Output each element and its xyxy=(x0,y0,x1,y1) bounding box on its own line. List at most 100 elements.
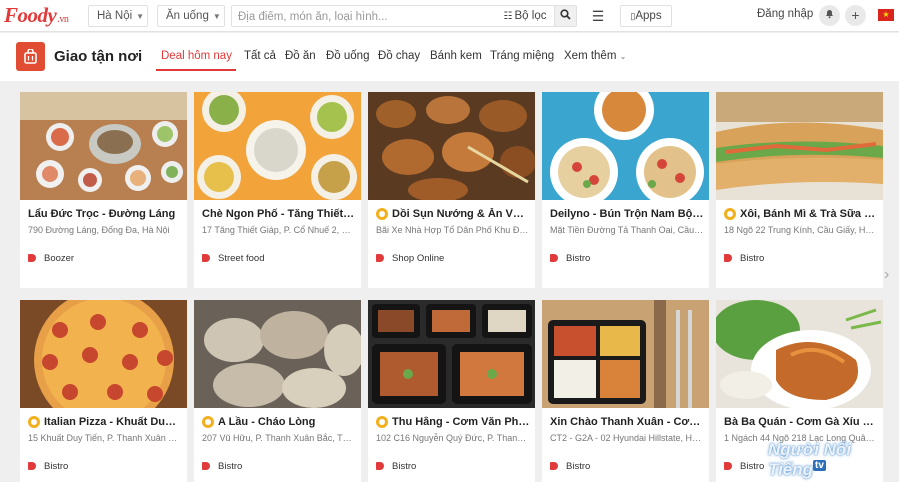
filter-icon: ☷ xyxy=(503,11,513,22)
chevron-down-icon: ▼ xyxy=(136,12,145,21)
verified-badge-icon xyxy=(376,416,388,428)
card-title[interactable]: Dồi Sụn Nướng & Ăn Vặt Online xyxy=(392,208,530,220)
search-icon xyxy=(560,9,571,20)
search-input[interactable] xyxy=(238,9,492,24)
card-address: 15 Khuất Duy Tiến, P. Thanh Xuân Bắc, Hà… xyxy=(28,433,182,443)
tab-banh-kem[interactable]: Bánh kem xyxy=(430,50,482,62)
card-title[interactable]: Italian Pizza - Khuất Duy Tiến xyxy=(44,416,182,428)
tab-trang-mieng[interactable]: Tráng miệng xyxy=(490,50,554,62)
section-header: Giao tận nơi Deal hôm nay Tất cả Đồ ăn Đ… xyxy=(0,33,899,81)
verified-badge-icon xyxy=(376,208,388,220)
card-tag: Bistro xyxy=(724,461,764,472)
active-tab-indicator xyxy=(156,69,236,71)
card-address: 207 Vũ Hữu, P. Thanh Xuân Bắc, Thanh Xuâ… xyxy=(202,433,356,443)
card-tag: Street food xyxy=(202,253,264,264)
restaurant-card[interactable]: Deilyno - Bún Trộn Nam Bộ Online Mặt Tiề… xyxy=(542,92,709,288)
restaurant-card[interactable]: Chè Ngon Phố - Tăng Thiết Giáp 17 Tăng T… xyxy=(194,92,361,288)
delivery-icon xyxy=(16,42,45,71)
card-address: Mặt Tiền Đường Tả Thanh Oai, Cầu Bươu xyxy=(550,225,704,235)
restaurant-card[interactable]: Xin Chào Thanh Xuân - Cơm Văn Phòng CT2 … xyxy=(542,300,709,482)
tab-tat-ca[interactable]: Tất cả xyxy=(244,50,276,62)
restaurant-card[interactable]: Italian Pizza - Khuất Duy Tiến 15 Khuất … xyxy=(20,300,187,482)
food-photo xyxy=(368,92,535,200)
menu-icon[interactable]: ☰ xyxy=(587,5,609,27)
restaurant-card[interactable]: Dồi Sụn Nướng & Ăn Vặt Online Bãi Xe Nhà… xyxy=(368,92,535,288)
card-title[interactable]: Thu Hằng - Cơm Văn Phòng xyxy=(392,416,530,428)
card-title[interactable]: A Lầu - Cháo Lòng xyxy=(218,416,356,428)
search-box: ☷Bộ lọc xyxy=(231,5,577,27)
restaurant-card[interactable]: Lẩu Đức Trọc - Đường Láng 790 Đường Láng… xyxy=(20,92,187,288)
tag-icon xyxy=(202,462,210,470)
section-title: Giao tận nơi xyxy=(54,48,143,65)
tag-icon xyxy=(376,254,384,262)
card-title[interactable]: Xin Chào Thanh Xuân - Cơm Văn Phòng xyxy=(550,416,704,428)
card-tag: Bistro xyxy=(202,461,242,472)
apps-button[interactable]: ▯Apps xyxy=(620,5,672,27)
tab-do-chay[interactable]: Đồ chay xyxy=(378,50,420,62)
tab-deal-hom-nay[interactable]: Deal hôm nay xyxy=(161,50,232,62)
tab-xem-them[interactable]: Xem thêm ⌄ xyxy=(564,50,626,62)
card-title[interactable]: Bà Ba Quán - Cơm Gà Xíu Mại xyxy=(724,416,878,428)
filter-label: Bộ lọc xyxy=(514,10,547,22)
tag-icon xyxy=(376,462,384,470)
card-tag: Shop Online xyxy=(376,253,444,264)
restaurant-card[interactable]: Xôi, Bánh Mì & Trà Sữa - Trung Kính 18 N… xyxy=(716,92,883,288)
food-photo xyxy=(194,92,361,200)
category-label: Ăn uống xyxy=(166,10,209,22)
restaurant-card[interactable]: Thu Hằng - Cơm Văn Phòng 102 C16 Nguyễn … xyxy=(368,300,535,482)
top-header: Foody.vn Hà Nội▼ Ăn uống▼ ☷Bộ lọc ☰ ▯App… xyxy=(0,0,899,32)
chevron-right-icon[interactable]: › xyxy=(884,266,889,284)
apps-label: Apps xyxy=(635,10,662,22)
food-photo xyxy=(368,300,535,408)
tag-icon xyxy=(550,254,558,262)
category-dropdown[interactable]: Ăn uống ▼ xyxy=(157,5,225,27)
tag-icon xyxy=(202,254,210,262)
card-tag: Bistro xyxy=(550,461,590,472)
filter-button[interactable]: ☷ Bộ lọc xyxy=(498,6,552,26)
tab-do-an[interactable]: Đồ ăn xyxy=(285,50,316,62)
food-photo xyxy=(20,300,187,408)
tag-icon xyxy=(724,254,732,262)
card-tag: Boozer xyxy=(28,253,74,264)
flag-icon[interactable]: ★ xyxy=(878,9,894,21)
card-address: 102 C16 Nguyễn Quý Đức, P. Thanh Xuân Bắ… xyxy=(376,433,530,443)
food-photo xyxy=(542,92,709,200)
card-address: 790 Đường Láng, Đống Đa, Hà Nội xyxy=(28,225,170,235)
city-dropdown[interactable]: Hà Nội ▼ xyxy=(88,5,148,27)
food-photo xyxy=(716,300,883,408)
card-title[interactable]: Deilyno - Bún Trộn Nam Bộ Online xyxy=(550,208,704,220)
verified-badge-icon xyxy=(724,208,736,220)
card-title[interactable]: Lẩu Đức Trọc - Đường Láng xyxy=(28,208,182,220)
verified-badge-icon xyxy=(202,416,214,428)
card-title[interactable]: Xôi, Bánh Mì & Trà Sữa - Trung Kính xyxy=(740,208,878,220)
card-address: 17 Tăng Thiết Giáp, P. Cổ Nhuế 2, Bắc Từ… xyxy=(202,225,356,235)
card-address: Bãi Xe Nhà Hợp Tổ Dân Phố Khu Đô Thị xyxy=(376,225,530,235)
card-tag: Bistro xyxy=(28,461,68,472)
food-photo xyxy=(542,300,709,408)
card-address: 18 Ngõ 22 Trung Kính, Cầu Giấy, Hà Nội xyxy=(724,225,878,235)
foody-logo[interactable]: Foody.vn xyxy=(4,3,69,28)
food-photo xyxy=(194,300,361,408)
card-title[interactable]: Chè Ngon Phố - Tăng Thiết Giáp xyxy=(202,208,356,220)
tag-icon xyxy=(550,462,558,470)
restaurant-card[interactable]: A Lầu - Cháo Lòng 207 Vũ Hữu, P. Thanh X… xyxy=(194,300,361,482)
verified-badge-icon xyxy=(28,416,40,428)
tag-icon xyxy=(724,462,732,470)
bell-icon[interactable] xyxy=(819,5,840,26)
food-photo xyxy=(716,92,883,200)
tag-icon xyxy=(28,254,36,262)
login-link[interactable]: Đăng nhập xyxy=(757,8,813,20)
city-label: Hà Nội xyxy=(97,10,133,22)
card-address: CT2 - G2A - 02 Hyundai Hillstate, Hà Đôn… xyxy=(550,433,704,443)
watermark-logo: Người Nổi Tiếng tv xyxy=(768,440,852,479)
tab-do-uong[interactable]: Đồ uống xyxy=(326,50,369,62)
card-tag: Bistro xyxy=(550,253,590,264)
chevron-down-icon: ▼ xyxy=(212,12,221,21)
food-photo xyxy=(20,92,187,200)
tag-icon xyxy=(28,462,36,470)
search-button[interactable] xyxy=(554,6,576,26)
plus-icon[interactable]: + xyxy=(845,5,866,26)
card-tag: Bistro xyxy=(376,461,416,472)
chevron-down-icon: ⌄ xyxy=(619,52,627,61)
card-tag: Bistro xyxy=(724,253,764,264)
